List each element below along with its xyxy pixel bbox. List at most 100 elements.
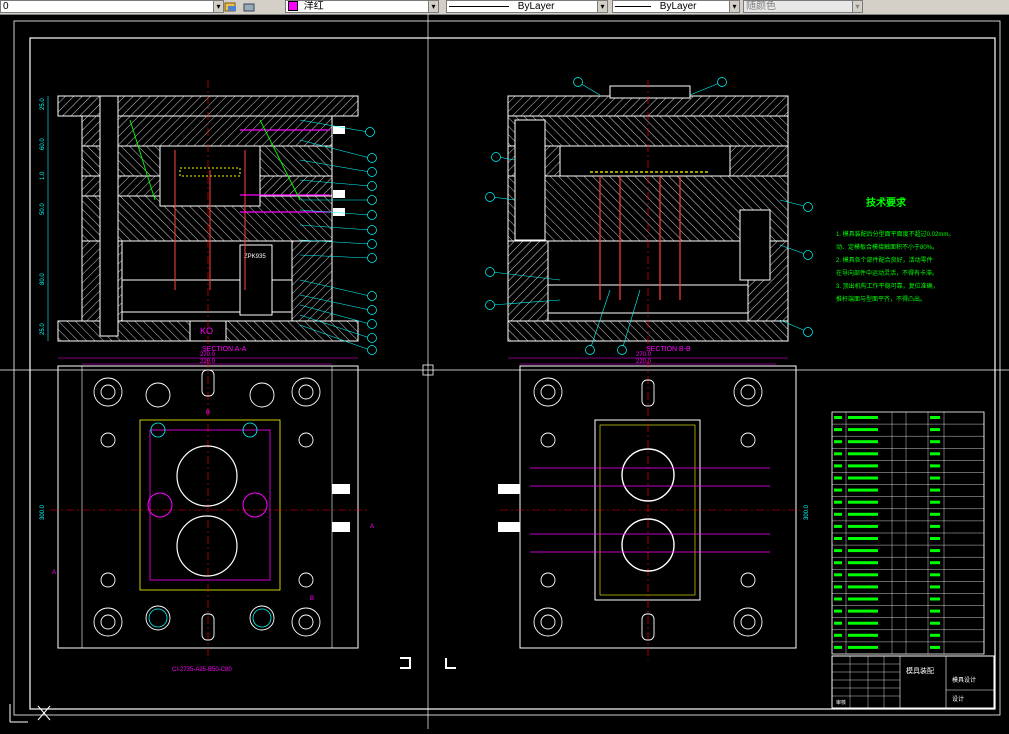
layer-manager-icon[interactable]: [224, 0, 238, 12]
bom-cell-mark: [930, 633, 940, 637]
bom-cell-mark: [848, 428, 878, 432]
side-dim: 1.0: [40, 171, 46, 180]
bom-cell-mark: [834, 512, 842, 516]
bom-cell-mark: [848, 537, 878, 540]
bom-cell-mark: [848, 524, 878, 528]
bom-cell-mark: [834, 488, 842, 492]
bom-cell-mark: [930, 440, 940, 444]
chevron-down-icon[interactable]: ▾: [428, 1, 438, 12]
lineweight-sample: [615, 5, 651, 7]
lineweight-dropdown[interactable]: ByLayer ▾: [612, 0, 740, 13]
plotstyle-dropdown[interactable]: 随颜色 ▾: [743, 0, 863, 13]
tech-line: 在导向部件中运动灵活，不得有卡滞。: [836, 269, 938, 277]
bom-cell-mark: [848, 645, 878, 649]
bom-cell-mark: [930, 524, 940, 528]
plan-view-right: 270.0 220.0 300.0: [498, 352, 810, 660]
bom-cell-mark: [930, 512, 940, 516]
layer-dropdown[interactable]: 0 ▾: [0, 0, 224, 13]
linetype-sample: [449, 5, 509, 7]
bom-cell-mark: [834, 621, 842, 625]
side-dim: 60.0: [40, 138, 46, 150]
bom-cell-mark: [834, 573, 842, 577]
mold-base-label: CI-2735-A25-B50-C80: [172, 667, 232, 673]
tech-requirements: 技术要求 1. 模具装配后分型面平面度不超过0.02mm。 动、定模板合模接触面…: [836, 196, 954, 303]
side-dim: 25.0: [40, 98, 46, 110]
section-aa-view: ZPK935 KO 25.0 60.0 1.0 50.0 80.0 25.0: [40, 80, 377, 355]
bom-cell-mark: [848, 609, 878, 613]
bom-cell-mark: [930, 537, 940, 540]
bom-cell-mark: [848, 573, 878, 577]
bom-cell-mark: [930, 488, 940, 492]
bom-cell-mark: [930, 645, 940, 649]
section-mark: A: [370, 524, 374, 530]
layer-value: 0: [3, 1, 9, 12]
bom-cell-mark: [848, 476, 878, 480]
bom-cell-mark: [848, 549, 878, 553]
bom-cell-mark: [848, 633, 878, 637]
dim-left-side: 300.0: [40, 504, 46, 520]
plan-view-left: 270.0 220.0 300.0 A A B B CI-2735-A25-B5…: [40, 352, 374, 673]
chevron-down-icon[interactable]: ▾: [213, 1, 223, 12]
check-label: 审核: [836, 699, 846, 706]
chevron-down-icon[interactable]: ▾: [729, 1, 739, 12]
side-dim: 80.0: [40, 273, 46, 285]
bom-cell-mark: [848, 464, 878, 468]
tech-line: 2. 模具各个部件配合良好，活动零件: [836, 256, 933, 264]
bom-cell-mark: [834, 549, 842, 553]
bom-cell-mark: [930, 416, 940, 419]
cad-drawing: ZPK935 KO 25.0 60.0 1.0 50.0 80.0 25.0 S…: [0, 14, 1009, 729]
block-label-b: KO: [200, 326, 213, 336]
bom-cell-mark: [930, 500, 940, 504]
layer-previous-icon[interactable]: [242, 0, 256, 12]
designer-label: 设计: [952, 695, 964, 703]
bom-cell-mark: [834, 464, 842, 468]
properties-toolbar: 0 ▾ 洋红 ▾ ByLayer ▾ ByLayer ▾ 随颜色 ▾: [0, 0, 1009, 15]
drawing-canvas[interactable]: ZPK935 KO 25.0 60.0 1.0 50.0 80.0 25.0 S…: [0, 14, 1009, 729]
bom-cell-mark: [848, 500, 878, 504]
bom-cell-mark: [930, 597, 940, 601]
bom-cell-mark: [848, 597, 878, 601]
dim-left-top: 270.0: [200, 352, 216, 358]
bom-cell-mark: [834, 524, 842, 528]
bom-cell-mark: [834, 561, 842, 565]
bom-cell-mark: [848, 488, 878, 492]
chevron-down-icon[interactable]: ▾: [597, 1, 607, 12]
bom-cell-mark: [848, 561, 878, 565]
bom-cell-mark: [834, 476, 842, 480]
bom-cell-mark: [834, 537, 842, 540]
section-bb-label: SECTION B-B: [646, 346, 691, 353]
side-dim: 25.0: [40, 323, 46, 335]
bom-cell-mark: [834, 452, 842, 456]
tech-line: 推杆端面与型面平齐，不得凸出。: [836, 295, 926, 303]
tech-line: 动、定模板合模接触面积不小于80%。: [836, 243, 938, 251]
block-label-a: ZPK935: [244, 254, 266, 260]
bom-cell-mark: [834, 645, 842, 649]
bom-cell-mark: [834, 633, 842, 637]
bom-cell-mark: [834, 597, 842, 601]
bom-cell-mark: [834, 609, 842, 613]
color-dropdown[interactable]: 洋红 ▾: [285, 0, 439, 13]
bom-cell-mark: [834, 416, 842, 419]
dim-right-top2: 220.0: [636, 359, 652, 365]
tech-title: 技术要求: [866, 196, 907, 209]
chevron-down-icon[interactable]: ▾: [852, 1, 862, 12]
tech-line: 1. 模具装配后分型面平面度不超过0.02mm。: [836, 230, 954, 238]
bom-cell-mark: [834, 440, 842, 444]
bom-cell-mark: [848, 416, 878, 419]
bom-cell-mark: [848, 512, 878, 516]
bom-cell-mark: [848, 440, 878, 444]
linetype-dropdown[interactable]: ByLayer ▾: [446, 0, 608, 13]
bom-cell-mark: [834, 585, 842, 589]
bom-cell-mark: [848, 585, 878, 589]
bom-cell-mark: [930, 609, 940, 613]
bom-cell-mark: [848, 621, 878, 625]
bom-cell-mark: [834, 428, 842, 432]
bom-cell-mark: [930, 452, 940, 456]
bom-cell-mark: [930, 476, 940, 480]
plotstyle-value: 随颜色: [746, 1, 776, 12]
section-mark: B: [310, 596, 314, 602]
section-bb-view: [485, 77, 813, 355]
dim-right-side: 300.0: [804, 504, 810, 520]
bom-cell-mark: [930, 621, 940, 625]
dim-right-top: 270.0: [636, 352, 652, 358]
